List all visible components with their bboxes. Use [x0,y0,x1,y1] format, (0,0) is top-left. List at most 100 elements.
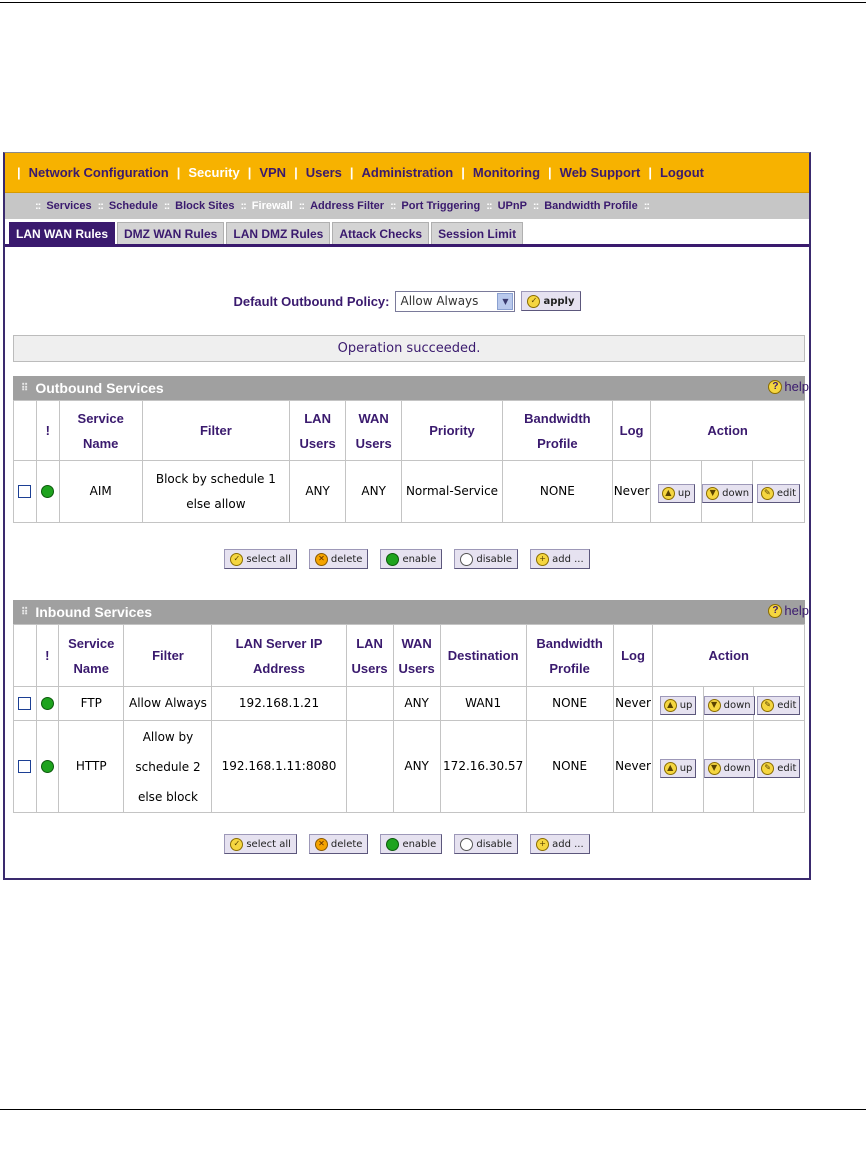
lan-users [345,686,394,721]
main-nav-network-configuration[interactable]: Network Configuration [29,165,169,180]
row-checkbox[interactable] [18,485,32,498]
row-checkbox[interactable] [18,697,32,710]
select-all-button[interactable]: ✓ select all [224,549,297,569]
plus-icon: + [536,552,550,566]
tab-dmz-wan-rules[interactable]: DMZ WAN Rules [117,222,225,244]
subnav-separator: :: [298,200,305,212]
action-down-cell: ▼ down [702,720,755,813]
inbound-services-title: Inbound Services [35,604,153,620]
check-icon: ✓ [230,837,244,851]
enabled-status-icon [40,697,54,710]
enable-button[interactable]: enable [380,549,443,569]
edit-button[interactable]: ✎ edit [757,758,801,778]
apply-button-label: apply [543,295,575,307]
delete-button[interactable]: ✕ delete [308,549,369,569]
move-up-button[interactable]: ▲ up [659,695,697,715]
sub-nav-firewall[interactable]: Firewall [252,200,293,212]
tab-attack-checks[interactable]: Attack Checks [332,222,430,244]
default-outbound-policy-label: Default Outbound Policy: [233,293,390,309]
filter: Block by schedule 1 else allow [141,460,291,523]
move-down-button[interactable]: ▼ down [703,758,755,778]
col-status: ! [35,400,60,461]
subnav-separator: :: [97,200,104,212]
lan-users [345,720,394,813]
row-status-cell [35,720,59,813]
tab-lan-wan-rules[interactable]: LAN WAN Rules [9,222,116,244]
sub-nav-port-triggering[interactable]: Port Triggering [401,200,480,212]
col-bandwidth-profile: Bandwidth Profile [525,624,614,687]
move-down-button[interactable]: ▼ down [702,483,754,503]
subnav-separator: :: [532,200,539,212]
main-nav-vpn[interactable]: VPN [259,165,286,180]
grip-icon: ⠿ [21,606,28,618]
action-edit-cell: ✎ edit [752,686,806,721]
sub-nav-bandwidth-profile[interactable]: Bandwidth Profile [544,200,638,212]
pencil-icon: ✎ [761,761,775,775]
arrow-up-icon: ▲ [663,698,677,712]
col-log: Log [612,624,654,687]
inbound-services-table: ! Service Name Filter LAN Server IP Addres… [13,624,806,813]
tab-lan-dmz-rules[interactable]: LAN DMZ Rules [226,222,331,244]
check-icon: ✓ [527,294,541,308]
arrow-down-icon: ▼ [707,698,721,712]
nav-separator: | [648,165,652,180]
sub-nav-upnp[interactable]: UPnP [498,200,527,212]
action-down-cell: ▼ down [701,460,754,523]
service-name: AIM [58,460,143,523]
apply-button[interactable]: ✓ apply [521,291,581,311]
enabled-status-icon [40,760,54,773]
service-name: HTTP [57,720,125,813]
select-all-button[interactable]: ✓ select all [224,834,297,854]
col-status: ! [35,624,59,687]
help-icon: ? [768,603,783,618]
col-select [13,624,37,687]
main-nav-monitoring[interactable]: Monitoring [473,165,540,180]
row-checkbox[interactable] [18,760,32,773]
outbound-services-title: Outbound Services [35,380,164,396]
inbound-help-link[interactable]: ? help [768,603,809,618]
main-nav-administration[interactable]: Administration [362,165,454,180]
filter: Allow Always [123,686,213,721]
move-up-button[interactable]: ▲ up [657,483,695,503]
main-nav-logout[interactable]: Logout [660,165,704,180]
disable-button[interactable]: disable [454,549,519,569]
sub-nav-address-filter[interactable]: Address Filter [310,200,384,212]
main-nav-users[interactable]: Users [306,165,342,180]
col-lan-users: LAN Users [289,400,347,461]
subnav-separator: :: [486,200,492,212]
col-action: Action [650,400,805,461]
action-edit-cell: ✎ edit [752,720,806,813]
move-up-button[interactable]: ▲ up [659,758,697,778]
main-nav-web-support[interactable]: Web Support [560,165,641,180]
default-outbound-policy-select[interactable]: Allow Always ▼ [395,290,516,312]
subnav-separator: :: [163,200,170,212]
edit-button[interactable]: ✎ edit [756,483,801,503]
action-edit-cell: ✎ edit [752,460,805,523]
add-button[interactable]: + add ... [530,549,590,569]
col-action: Action [652,624,805,687]
table-header-row: ! Service Name Filter LAN Users WAN Users P… [13,400,805,461]
sub-nav-block-sites[interactable]: Block Sites [175,200,234,212]
row-status-cell [35,460,60,523]
sub-nav-services[interactable]: Services [46,200,91,212]
green-dot-icon [386,837,400,851]
x-icon: ✕ [314,837,328,851]
main-nav: | Network Configuration | Security | VPN… [5,153,809,193]
tab-session-limit[interactable]: Session Limit [431,222,524,244]
disable-button[interactable]: disable [454,834,519,854]
enable-button[interactable]: enable [380,834,443,854]
edit-button[interactable]: ✎ edit [757,695,801,715]
table-row: HTTP Allow by schedule 2 else block 192.16… [13,720,806,813]
action-up-cell: ▲ up [650,460,703,523]
move-down-button[interactable]: ▼ down [703,695,755,715]
add-button[interactable]: + add ... [530,834,590,854]
main-nav-security[interactable]: Security [188,165,239,180]
subnav-separator: :: [240,200,246,212]
outbound-help-link[interactable]: ? help [768,379,809,394]
bandwidth-profile: NONE [501,460,613,523]
enabled-status-icon [41,485,55,498]
delete-button[interactable]: ✕ delete [308,834,369,854]
help-icon: ? [768,379,783,394]
col-wan-users: WAN Users [392,624,441,687]
sub-nav-schedule[interactable]: Schedule [109,200,158,212]
